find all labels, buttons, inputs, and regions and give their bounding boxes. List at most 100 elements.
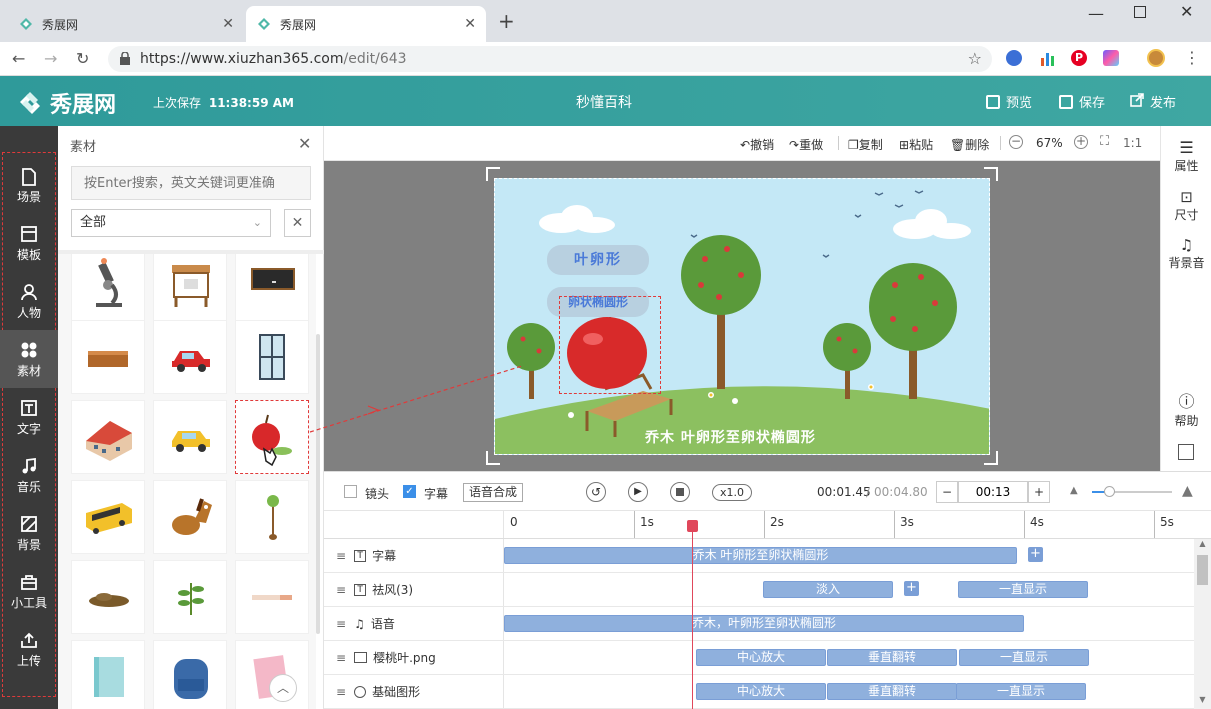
material-sapling[interactable] [235,480,309,554]
material-window[interactable] [235,320,309,394]
canvas-label-leaf-ovate[interactable]: 叶卵形 [547,245,649,275]
actual-size-button[interactable]: 1:1 [1123,136,1142,150]
nav-item-music[interactable]: 音乐 [0,446,58,504]
bookmark-star-icon[interactable]: ☆ [968,49,982,68]
zoom-out-timeline-icon[interactable]: ▲ [1070,485,1078,496]
track-shape[interactable]: ≡ 基础图形 中心放大 垂直翻转 一直显示 [324,675,1194,709]
maximize-icon[interactable] [1134,6,1146,18]
drag-handle-icon[interactable]: ≡ [336,617,346,631]
drag-handle-icon[interactable]: ≡ [336,651,346,665]
track-clip[interactable]: 一直显示 [956,683,1086,700]
material-microscope[interactable] [71,254,145,324]
drag-handle-icon[interactable]: ≡ [336,549,346,563]
gradient-extension-icon[interactable] [1103,50,1119,66]
zoom-in-timeline-icon[interactable]: ▲ [1182,483,1193,499]
material-red-car[interactable] [153,320,227,394]
track-voice[interactable]: ≡ ♫ 语音 乔木，叶卵形至卵状椭圆形 [324,607,1194,641]
pinterest-extension-icon[interactable]: P [1071,50,1087,66]
nav-item-template[interactable]: 模板 [0,214,58,272]
nav-item-material[interactable]: 素材 [0,330,58,388]
zoom-in-icon[interactable]: + [1074,135,1088,149]
undo-button[interactable]: ↶撤销 [740,136,774,153]
material-plant[interactable] [153,560,227,634]
forward-icon[interactable]: → [44,49,57,68]
material-taxi[interactable] [153,400,227,474]
material-blackboard[interactable] [235,254,309,324]
track-clip[interactable]: 垂直翻转 [827,683,957,700]
material-horse[interactable] [153,480,227,554]
delete-button[interactable]: 🗑︎删除 [950,136,989,153]
drag-handle-icon[interactable]: ≡ [336,685,346,699]
nav-item-toolbox[interactable]: 小工具 [0,562,58,620]
close-panel-icon[interactable]: ✕ [298,134,311,153]
fullscreen-icon[interactable]: ⛶ [1100,134,1109,149]
duration-decrease-button[interactable]: − [936,481,958,503]
material-search-input[interactable] [71,166,311,200]
nav-item-text[interactable]: 文字 [0,388,58,446]
browser-tab-active[interactable]: 秀展网 ✕ [246,6,486,42]
track-effect[interactable]: ≡ T 祛风(3) 淡入 + 一直显示 [324,573,1194,607]
size-button[interactable]: ⊡ 尺寸 [1161,188,1211,223]
close-tab-icon[interactable]: ✕ [222,16,234,32]
material-soil[interactable] [71,560,145,634]
timeline-zoom-slider[interactable] [1092,486,1172,497]
track-clip[interactable]: 一直显示 [959,649,1089,666]
nav-item-background[interactable]: 背景 [0,504,58,562]
new-tab-button[interactable]: + [498,9,515,33]
properties-button[interactable]: ☰ 属性 [1161,138,1211,174]
track-clip[interactable]: 乔木，叶卵形至卵状椭圆形 [504,615,1024,632]
track-clip[interactable]: 垂直翻转 [827,649,957,666]
stop-icon[interactable] [670,482,690,502]
timeline-scrollbar[interactable]: ▲ ▼ [1194,539,1211,709]
canvas-caption[interactable]: 乔木 叶卵形至卵状椭圆形 [645,427,816,447]
close-tab-icon[interactable]: ✕ [464,16,476,32]
timeline-zoom-handle[interactable] [1104,486,1115,497]
redo-button[interactable]: ↷重做 [789,136,823,153]
bg-music-button[interactable]: ♫ 背景音 [1161,236,1211,271]
nav-item-upload[interactable]: 上传 [0,620,58,678]
drag-handle-icon[interactable]: ≡ [336,583,346,597]
logo-icon[interactable] [16,88,44,116]
scrollbar-thumb[interactable] [1197,555,1208,585]
logo-text[interactable]: 秀展网 [50,87,116,119]
material-building[interactable] [71,400,145,474]
track-clip[interactable]: 乔木 叶卵形至卵状椭圆形 [504,547,1017,564]
minimize-icon[interactable]: — [1088,4,1104,23]
nav-item-person[interactable]: 人物 [0,272,58,330]
nav-item-scene[interactable]: 场景 [0,156,58,214]
scroll-to-top-button[interactable]: ︿ [269,674,297,702]
browser-menu-icon[interactable]: ⋮ [1184,48,1200,67]
track-clip[interactable]: 淡入 [763,581,893,598]
browser-tab[interactable]: 秀展网 ✕ [8,6,244,42]
help-button[interactable]: ⓘ 帮助 [1161,388,1211,429]
copy-button[interactable]: ❐复制 [848,136,883,153]
save-button[interactable]: 保存 [1059,92,1105,111]
preview-button[interactable]: 预览 [986,92,1032,111]
duration-input[interactable] [958,481,1028,503]
add-clip-button[interactable]: + [904,581,919,596]
playhead[interactable] [692,520,693,709]
speed-button[interactable]: x1.0 [712,484,752,501]
material-book[interactable] [71,640,145,709]
collapse-panel-icon[interactable] [1178,444,1194,460]
track-clip[interactable]: 中心放大 [696,683,826,700]
replay-icon[interactable]: ↺ [586,482,606,502]
material-backpack[interactable] [153,640,227,709]
reload-icon[interactable]: ↻ [76,49,89,68]
scroll-up-icon[interactable]: ▲ [1194,539,1211,553]
material-table[interactable] [71,320,145,394]
scroll-down-icon[interactable]: ▼ [1194,695,1211,709]
globe-extension-icon[interactable] [1006,50,1022,66]
clear-filter-button[interactable]: ✕ [284,209,311,237]
back-icon[interactable]: ← [12,49,25,68]
material-notebook[interactable] [235,640,309,709]
material-school-bus[interactable] [71,480,145,554]
play-icon[interactable]: ▶ [628,482,648,502]
tts-button[interactable]: 语音合成 [463,483,524,502]
track-clip[interactable]: 中心放大 [696,649,826,666]
timeline-ruler[interactable]: 0 1s 2s 3s 4s 5s [324,511,1211,539]
track-subtitle[interactable]: ≡ T 字幕 乔木 叶卵形至卵状椭圆形 + [324,539,1194,573]
track-image[interactable]: ≡ 樱桃叶.png 中心放大 垂直翻转 一直显示 [324,641,1194,675]
playhead-handle[interactable] [687,520,698,532]
close-window-icon[interactable]: ✕ [1180,2,1193,21]
